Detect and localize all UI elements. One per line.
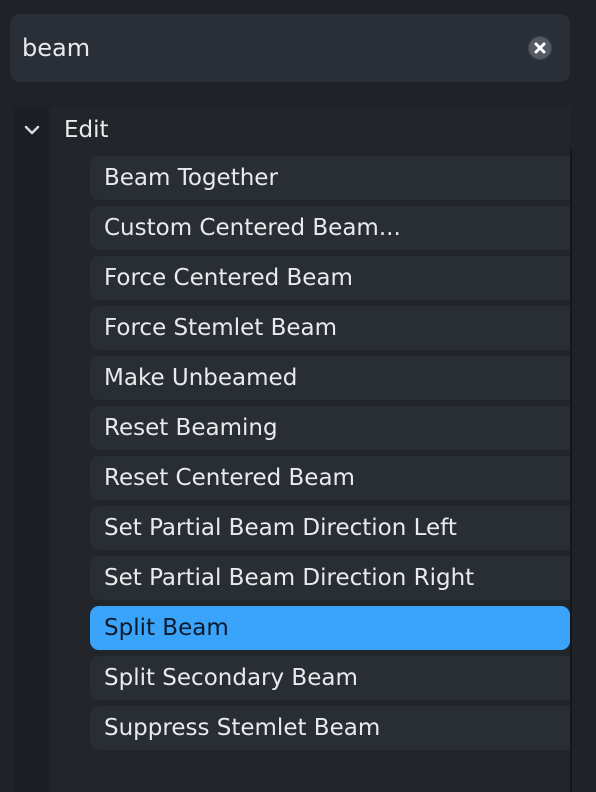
tree-indent-rail bbox=[14, 106, 48, 792]
result-item[interactable]: Make Unbeamed bbox=[90, 356, 570, 400]
result-item-label: Custom Centered Beam... bbox=[104, 215, 401, 241]
results-list: Beam Together Custom Centered Beam... Fo… bbox=[90, 156, 570, 756]
result-item-label: Beam Together bbox=[104, 165, 278, 191]
result-item-label: Set Partial Beam Direction Left bbox=[104, 515, 457, 541]
command-search-panel: beam Edit Beam Together Custom Centered … bbox=[0, 0, 596, 792]
tree-group-edit[interactable]: Edit bbox=[14, 108, 570, 152]
result-item[interactable]: Reset Beaming bbox=[90, 406, 570, 450]
clear-search-button[interactable] bbox=[528, 36, 552, 60]
result-item-label: Reset Centered Beam bbox=[104, 465, 355, 491]
search-field[interactable]: beam bbox=[10, 14, 570, 82]
search-input[interactable]: beam bbox=[22, 32, 90, 64]
result-item-label: Set Partial Beam Direction Right bbox=[104, 565, 475, 591]
result-item-label: Split Secondary Beam bbox=[104, 665, 358, 691]
result-item-label: Force Stemlet Beam bbox=[104, 315, 338, 341]
result-item-label: Split Beam bbox=[104, 615, 229, 641]
result-item[interactable]: Set Partial Beam Direction Right bbox=[90, 556, 570, 600]
clear-icon bbox=[534, 42, 546, 54]
result-item[interactable]: Suppress Stemlet Beam bbox=[90, 706, 570, 750]
result-item-selected[interactable]: Split Beam bbox=[90, 606, 570, 650]
result-item[interactable]: Force Centered Beam bbox=[90, 256, 570, 300]
result-item[interactable]: Beam Together bbox=[90, 156, 570, 200]
result-item-label: Reset Beaming bbox=[104, 415, 278, 441]
panel-divider bbox=[570, 150, 572, 792]
result-item-label: Suppress Stemlet Beam bbox=[104, 715, 381, 741]
result-item[interactable]: Set Partial Beam Direction Left bbox=[90, 506, 570, 550]
result-item[interactable]: Force Stemlet Beam bbox=[90, 306, 570, 350]
group-label: Edit bbox=[64, 117, 109, 143]
result-item[interactable]: Split Secondary Beam bbox=[90, 656, 570, 700]
chevron-down-icon[interactable] bbox=[22, 120, 42, 140]
result-item-label: Force Centered Beam bbox=[104, 265, 353, 291]
result-item-label: Make Unbeamed bbox=[104, 365, 298, 391]
result-item[interactable]: Reset Centered Beam bbox=[90, 456, 570, 500]
result-item[interactable]: Custom Centered Beam... bbox=[90, 206, 570, 250]
